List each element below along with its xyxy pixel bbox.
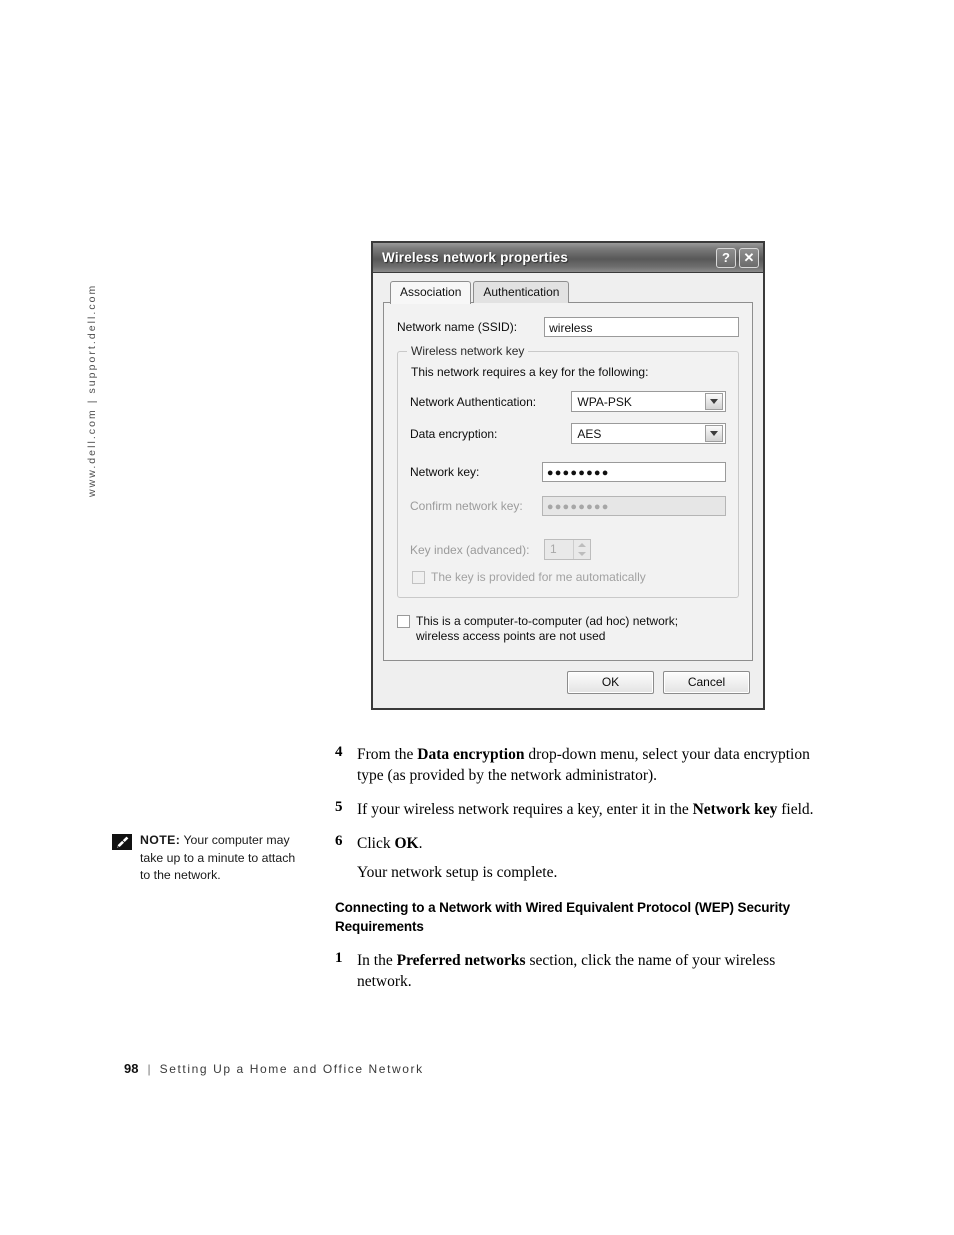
- dialog-body: Association Authentication Network name …: [373, 273, 763, 708]
- footer-separator: |: [147, 1062, 151, 1076]
- ssid-row: Network name (SSID): wireless: [397, 317, 739, 337]
- wireless-network-key-group: Wireless network key This network requir…: [397, 344, 739, 598]
- confirm-network-key-input[interactable]: ●●●●●●●●: [541, 496, 726, 516]
- network-authentication-select[interactable]: WPA-PSK: [571, 391, 726, 412]
- stepper-down-icon[interactable]: [574, 550, 590, 560]
- tab-association[interactable]: Association: [390, 281, 472, 304]
- stepper-buttons[interactable]: [573, 540, 590, 559]
- step-6-pre: Click: [357, 835, 395, 852]
- section-subheading: Connecting to a Network with Wired Equiv…: [335, 900, 791, 934]
- step-4-pre: From the: [357, 746, 418, 763]
- network-authentication-row: Network Authentication: WPA-PSK: [410, 391, 726, 412]
- network-authentication-value: WPA-PSK: [577, 394, 632, 409]
- chevron-down-icon[interactable]: [705, 393, 723, 410]
- step-1: 1 In the Preferred networks section, cli…: [335, 950, 815, 992]
- step-1-bold: Preferred networks: [396, 952, 526, 969]
- step-5-number: 5: [335, 799, 343, 815]
- data-encryption-label: Data encryption:: [410, 426, 498, 441]
- network-key-label: Network key:: [410, 465, 480, 479]
- close-icon[interactable]: ✕: [739, 247, 759, 268]
- ssid-label: Network name (SSID):: [397, 320, 518, 334]
- step-4: 4 From the Data encryption drop-down men…: [335, 744, 815, 786]
- note-callout: NOTE: Your computer may take up to a min…: [112, 832, 302, 885]
- step-6-number: 6: [335, 833, 343, 849]
- page-footer: 98 | Setting Up a Home and Office Networ…: [124, 1061, 424, 1076]
- stepper-up-icon[interactable]: [574, 540, 590, 550]
- dialog-title: Wireless network properties: [382, 250, 569, 265]
- running-head-text: www.dell.com | support.dell.com: [86, 283, 98, 497]
- wireless-network-properties-dialog: Wireless network properties ? ✕ Associat…: [371, 241, 765, 710]
- network-key-row: Network key: ●●●●●●●●: [410, 462, 726, 482]
- data-encryption-value: AES: [577, 426, 602, 441]
- step-5-text: If your wireless network requires a key,…: [357, 799, 814, 820]
- data-encryption-row: Data encryption: AES: [410, 423, 726, 444]
- data-encryption-select[interactable]: AES: [571, 423, 726, 444]
- dialog-titlebar: Wireless network properties ? ✕: [373, 243, 763, 273]
- step-4-number: 4: [335, 744, 343, 760]
- completion-text: Your network setup is complete.: [357, 864, 558, 881]
- step-5-post: field.: [777, 801, 814, 818]
- note-body: NOTE: Your computer may take up to a min…: [140, 832, 302, 885]
- dialog-button-bar: OK Cancel: [383, 661, 753, 698]
- network-key-input[interactable]: ●●●●●●●●: [541, 462, 726, 482]
- key-index-row: Key index (advanced): 1: [410, 539, 726, 560]
- page-number: 98: [124, 1061, 139, 1076]
- key-index-label: Key index (advanced):: [410, 542, 530, 557]
- running-head: www.dell.com | support.dell.com: [86, 227, 120, 497]
- ssid-input[interactable]: wireless: [544, 317, 739, 337]
- auto-key-checkbox[interactable]: [412, 571, 425, 584]
- adhoc-checkbox[interactable]: [397, 615, 410, 628]
- cancel-button[interactable]: Cancel: [663, 671, 750, 694]
- adhoc-checkbox-label: This is a computer-to-computer (ad hoc) …: [416, 614, 679, 643]
- step-5-pre: If your wireless network requires a key,…: [357, 801, 693, 818]
- group-title: Wireless network key: [407, 344, 529, 358]
- confirm-network-key-label: Confirm network key:: [410, 499, 523, 513]
- help-icon[interactable]: ?: [716, 247, 736, 268]
- note-pencil-icon: [112, 834, 132, 850]
- step-4-bold: Data encryption: [417, 746, 525, 763]
- footer-chapter-title: Setting Up a Home and Office Network: [159, 1062, 424, 1076]
- step-5: 5 If your wireless network requires a ke…: [335, 799, 815, 820]
- key-index-value: 1: [550, 542, 557, 556]
- chevron-down-icon[interactable]: [705, 425, 723, 442]
- key-index-stepper[interactable]: 1: [544, 539, 591, 560]
- main-content: 4 From the Data encryption drop-down men…: [335, 744, 815, 1005]
- step-1-text: In the Preferred networks section, click…: [357, 950, 815, 992]
- network-authentication-label: Network Authentication:: [410, 394, 537, 409]
- group-intro-text: This network requires a key for the foll…: [411, 365, 649, 379]
- auto-key-checkbox-label: The key is provided for me automatically: [431, 570, 646, 584]
- step-6-post: .: [418, 835, 423, 852]
- step-4-text: From the Data encryption drop-down menu,…: [357, 744, 815, 786]
- confirm-network-key-row: Confirm network key: ●●●●●●●●: [410, 496, 726, 516]
- step-5-bold: Network key: [692, 801, 778, 818]
- ok-button[interactable]: OK: [567, 671, 654, 694]
- step-6-text: Click OK.: [357, 833, 422, 854]
- note-label: NOTE:: [140, 833, 181, 847]
- adhoc-checkbox-row[interactable]: This is a computer-to-computer (ad hoc) …: [397, 614, 739, 644]
- step-1-number: 1: [335, 950, 343, 966]
- step-6-bold: OK: [394, 835, 419, 852]
- step-6: 6 Click OK.: [335, 833, 815, 854]
- tab-strip: Association Authentication: [383, 281, 753, 304]
- tab-panel-association: Network name (SSID): wireless Wireless n…: [383, 302, 753, 661]
- auto-key-checkbox-row[interactable]: The key is provided for me automatically: [412, 570, 726, 585]
- step-1-pre: In the: [357, 952, 397, 969]
- tab-authentication[interactable]: Authentication: [473, 281, 570, 303]
